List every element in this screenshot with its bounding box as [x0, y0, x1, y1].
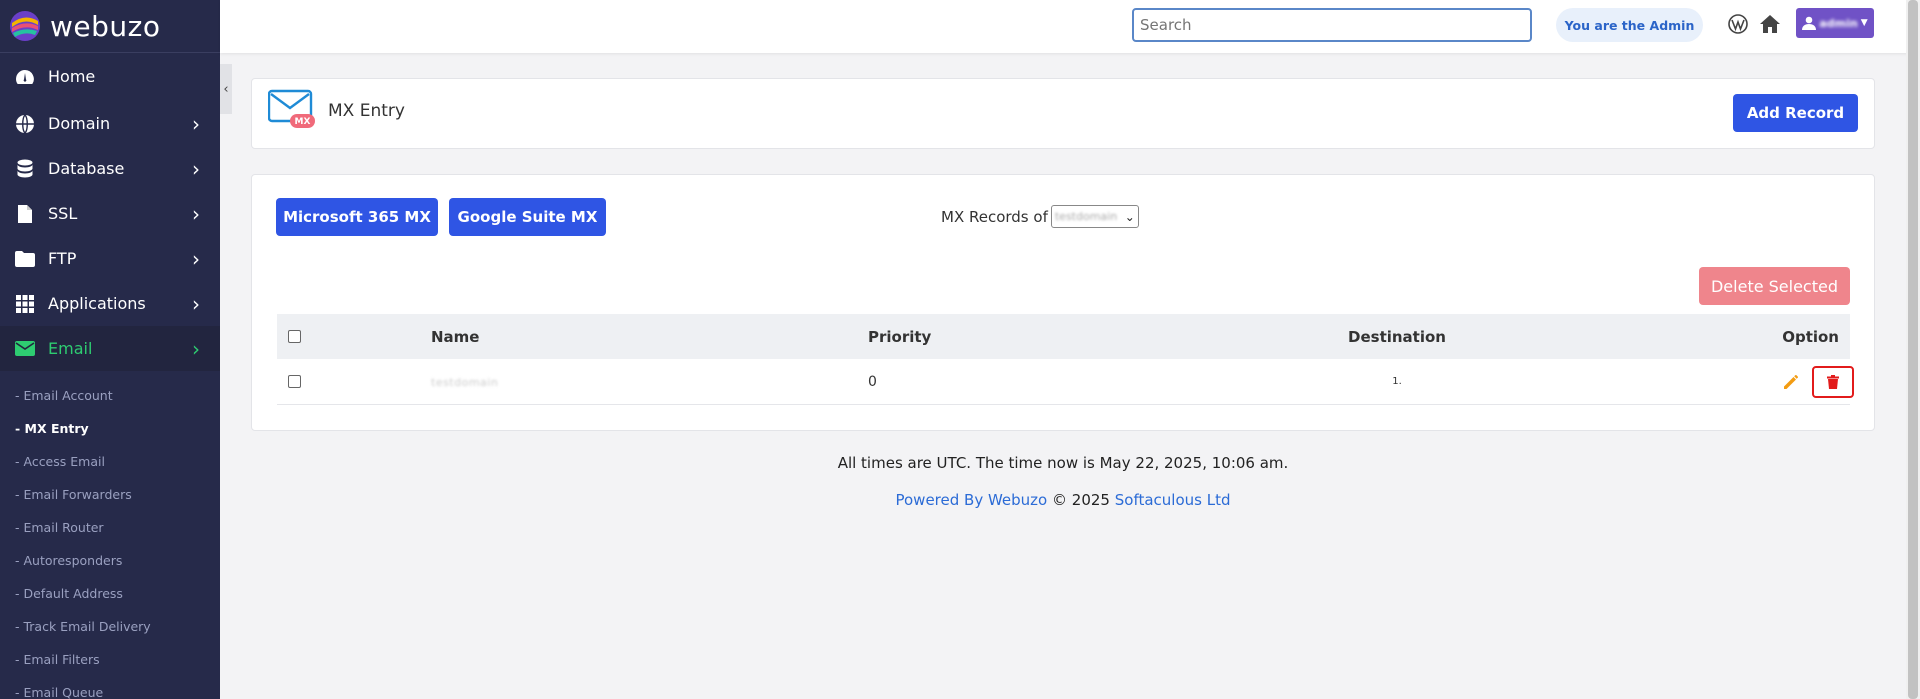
delete-record-button[interactable] — [1812, 365, 1854, 398]
powered-by-link[interactable]: Powered By Webuzo — [895, 491, 1047, 509]
copyright-text: © 2025 — [1052, 491, 1110, 509]
sidebar-item-label: Domain — [48, 114, 111, 133]
row-priority: 0 — [868, 373, 877, 390]
header-destination: Destination — [1348, 327, 1446, 346]
table-header: Name Priority Destination Option — [277, 314, 1850, 359]
home-icon[interactable] — [1758, 12, 1782, 36]
mx-records-card: Microsoft 365 MX Google Suite MX MX Reco… — [251, 174, 1875, 431]
footer-credits: Powered By Webuzo © 2025 Softaculous Ltd — [251, 491, 1875, 509]
sidebar-item-ssl[interactable]: SSL › — [0, 191, 220, 236]
scrollbar-thumb[interactable] — [1908, 0, 1918, 699]
user-name: admin — [1819, 16, 1858, 30]
submenu-item-email-forwarders[interactable]: - Email Forwarders — [0, 478, 220, 511]
user-icon — [1802, 16, 1817, 30]
submenu-item-email-queue[interactable]: - Email Queue — [0, 676, 220, 699]
mx-records-label: MX Records of — [941, 207, 1048, 226]
header-option: Option — [1782, 327, 1839, 346]
caret-down-icon: ▼ — [1860, 18, 1868, 28]
email-submenu: - Email Account - MX Entry - Access Emai… — [0, 371, 220, 699]
row-destination: 1. — [1392, 376, 1402, 387]
logo[interactable]: webuzo — [0, 0, 220, 53]
chevron-right-icon: › — [192, 246, 200, 271]
header-name: Name — [431, 327, 480, 346]
pencil-icon[interactable] — [1782, 373, 1800, 391]
sidebar-item-label: FTP — [48, 249, 77, 268]
submenu-item-track-email-delivery[interactable]: - Track Email Delivery — [0, 610, 220, 643]
chevron-right-icon: › — [192, 291, 200, 316]
file-icon — [14, 203, 36, 225]
page-scrollbar[interactable] — [1906, 0, 1920, 699]
domain-select-value: testdomain — [1054, 210, 1118, 223]
search-input[interactable] — [1132, 8, 1532, 42]
row-name: testdomain — [431, 375, 499, 389]
dashboard-icon — [14, 66, 36, 88]
mx-records-of: MX Records of testdomain ⌄ — [941, 205, 1139, 228]
add-record-button[interactable]: Add Record — [1733, 94, 1858, 132]
database-icon — [14, 158, 36, 180]
mx-badge-text: MX — [295, 117, 311, 127]
chevron-right-icon: › — [192, 111, 200, 136]
chevron-down-icon: ⌄ — [1124, 209, 1135, 224]
submenu-item-autoresponders[interactable]: - Autoresponders — [0, 544, 220, 577]
topbar: You are the Admin admin ▼ — [220, 0, 1920, 53]
submenu-item-mx-entry[interactable]: - MX Entry — [0, 412, 220, 445]
sidebar-item-label: Applications — [48, 294, 146, 313]
google-suite-mx-button[interactable]: Google Suite MX — [449, 198, 606, 236]
chevron-right-icon: › — [192, 156, 200, 181]
sidebar-item-home[interactable]: Home — [0, 64, 220, 89]
submenu-item-default-address[interactable]: - Default Address — [0, 577, 220, 610]
chevron-right-icon: › — [192, 336, 200, 361]
page-title: MX Entry — [328, 101, 405, 121]
chevron-right-icon: › — [192, 201, 200, 226]
webuzo-logo-icon — [10, 11, 40, 41]
folder-icon — [14, 248, 36, 270]
sidebar-item-label: Home — [48, 67, 96, 86]
sidebar-item-label: Email — [48, 339, 93, 358]
sidebar-item-label: Database — [48, 159, 125, 178]
mx-mail-icon: MX — [268, 89, 315, 128]
grid-icon — [14, 293, 36, 315]
sidebar-item-ftp[interactable]: FTP › — [0, 236, 220, 281]
sidebar: webuzo Home Domain › Database › SSL › FT… — [0, 0, 220, 699]
trash-icon — [1827, 374, 1839, 389]
submenu-item-access-email[interactable]: - Access Email — [0, 445, 220, 478]
submenu-item-email-router[interactable]: - Email Router — [0, 511, 220, 544]
sidebar-item-database[interactable]: Database › — [0, 146, 220, 191]
domain-select[interactable]: testdomain ⌄ — [1050, 205, 1139, 228]
submenu-item-email-account[interactable]: - Email Account — [0, 379, 220, 412]
admin-badge[interactable]: You are the Admin — [1556, 8, 1703, 42]
wordpress-icon[interactable] — [1726, 12, 1750, 36]
sidebar-item-label: SSL — [48, 204, 78, 223]
sidebar-item-applications[interactable]: Applications › — [0, 281, 220, 326]
logo-text: webuzo — [50, 9, 161, 43]
row-checkbox[interactable] — [288, 375, 301, 388]
sidebar-item-email[interactable]: Email › — [0, 326, 220, 371]
submenu-item-email-filters[interactable]: - Email Filters — [0, 643, 220, 676]
select-all-checkbox[interactable] — [288, 330, 301, 343]
header-priority: Priority — [868, 327, 932, 346]
sidebar-collapse-toggle[interactable]: ‹ — [220, 64, 232, 114]
footer-time: All times are UTC. The time now is May 2… — [837, 454, 1289, 472]
sidebar-item-domain[interactable]: Domain › — [0, 101, 220, 146]
user-menu-button[interactable]: admin ▼ — [1796, 8, 1874, 38]
softaculous-link[interactable]: Softaculous Ltd — [1115, 491, 1231, 509]
page-header-card: MX MX Entry Add Record — [251, 78, 1875, 149]
envelope-icon — [14, 338, 36, 360]
microsoft-365-mx-button[interactable]: Microsoft 365 MX — [276, 198, 438, 236]
table-row: testdomain 0 1. — [277, 359, 1854, 405]
delete-selected-button[interactable]: Delete Selected — [1699, 267, 1850, 305]
mx-records-table: Name Priority Destination Option testdom… — [277, 314, 1854, 405]
globe-icon — [14, 113, 36, 135]
